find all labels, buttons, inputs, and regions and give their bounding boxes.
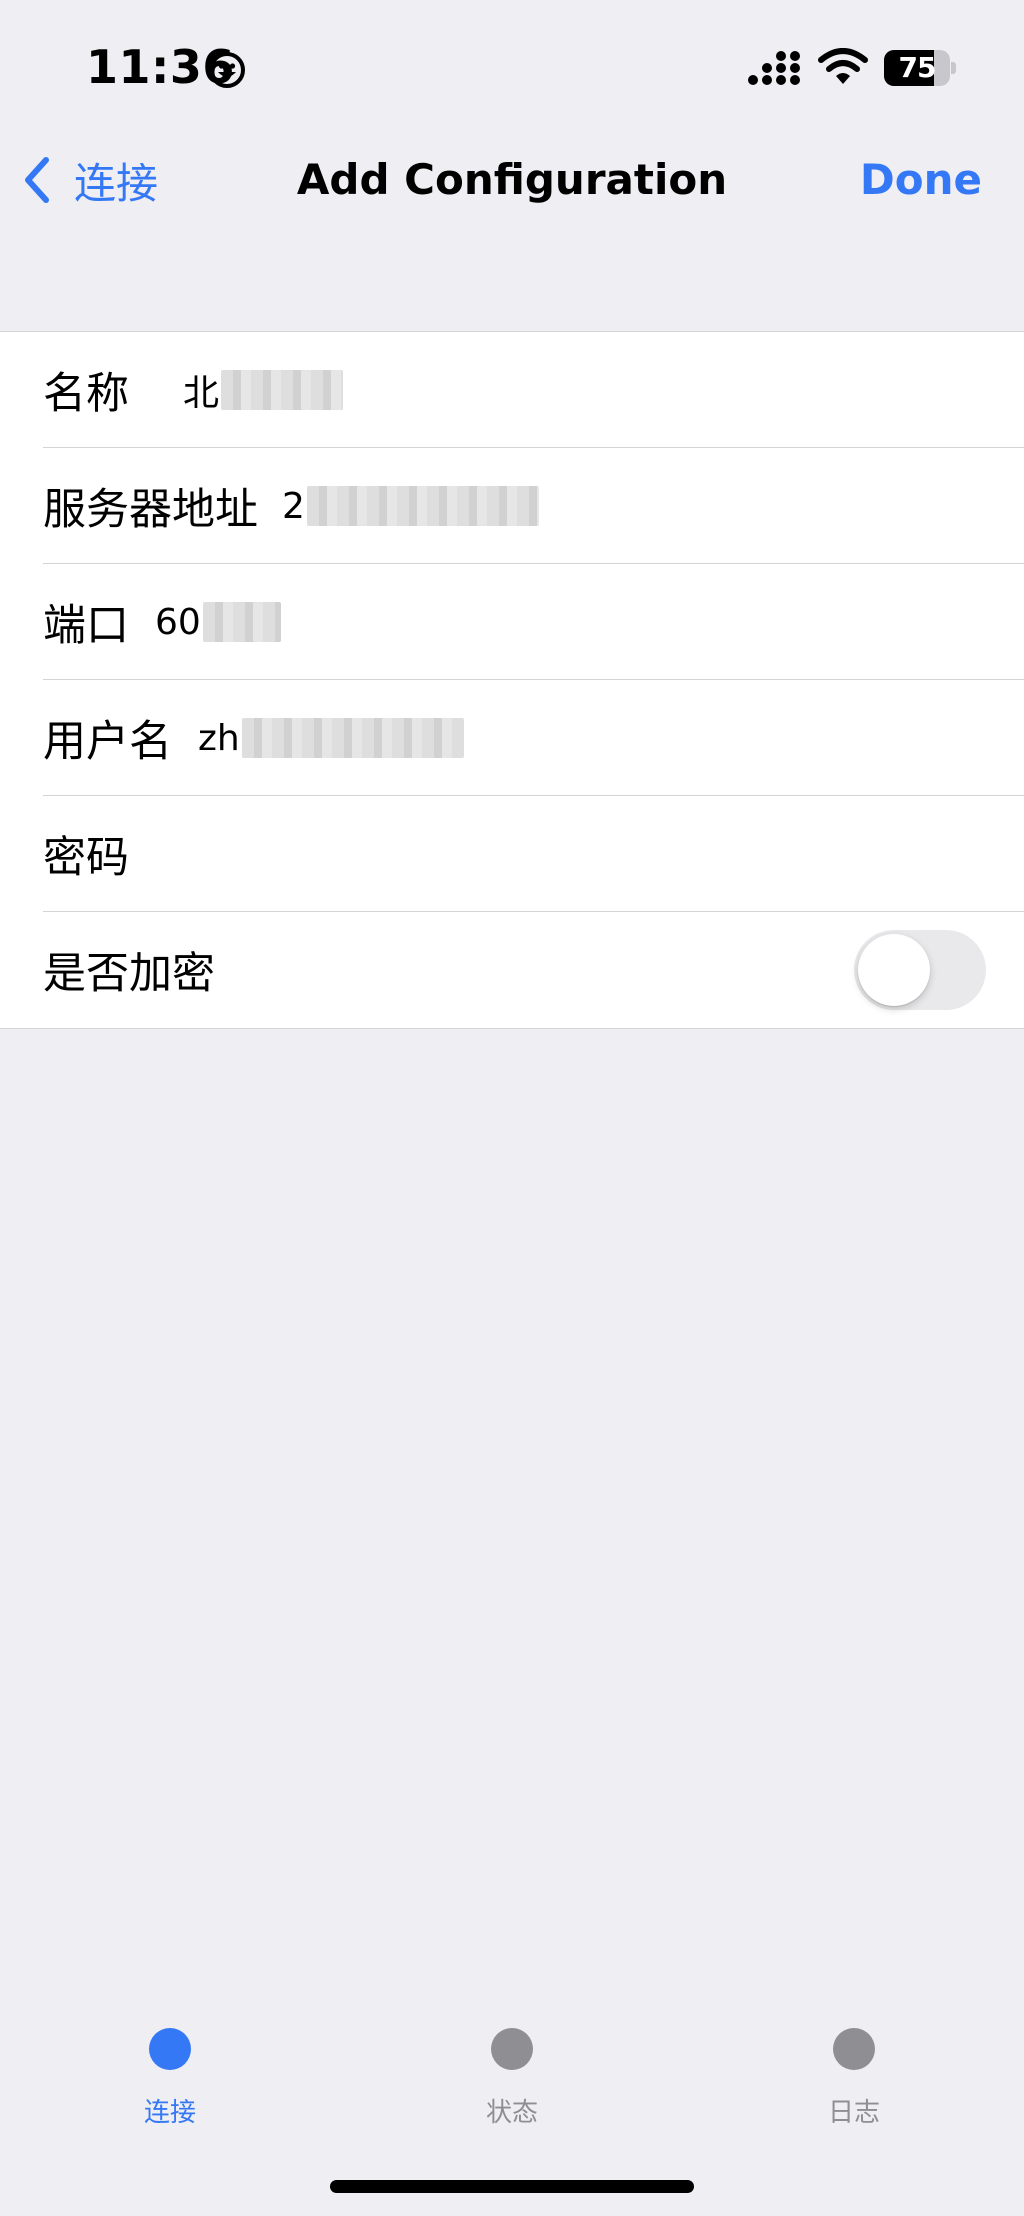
username-field[interactable]: 用户名 zh [0, 680, 1024, 796]
username-label: 用户名 [43, 717, 172, 767]
tab-status[interactable]: 状态 [412, 2000, 612, 2140]
username-value-text: zh [198, 717, 240, 759]
username-value[interactable]: zh [198, 718, 464, 759]
tab-connect-icon [149, 2028, 191, 2070]
port-field[interactable]: 端口 60 [0, 564, 1024, 680]
configuration-form: 名称 北 服务器地址 2 端口 60 用户名 zh 密码 是否加密 [0, 331, 1024, 1029]
tab-status-label: 状态 [485, 2098, 538, 2128]
battery-icon: 75 [884, 50, 956, 86]
port-value[interactable]: 60 [155, 602, 281, 643]
navigation-bar: 连接 Add Configuration Done [0, 140, 1024, 220]
name-label: 名称 [43, 369, 129, 419]
name-field[interactable]: 名称 北 [0, 332, 1024, 448]
home-indicator[interactable] [330, 2180, 694, 2193]
encryption-row: 是否加密 [0, 912, 1024, 1028]
tab-log[interactable]: 日志 [754, 2000, 954, 2140]
port-value-text: 60 [155, 601, 201, 643]
encryption-toggle[interactable] [854, 930, 986, 1010]
battery-level: 75 [898, 51, 937, 84]
signal-icon [748, 51, 800, 85]
password-field[interactable]: 密码 [0, 796, 1024, 912]
encryption-label: 是否加密 [43, 949, 215, 999]
wifi-icon [818, 48, 868, 84]
password-label: 密码 [43, 833, 129, 883]
tab-bar: 连接 状态 日志 [0, 2000, 1024, 2140]
port-label: 端口 [43, 601, 129, 651]
server-address-value-text: 2 [282, 485, 305, 527]
redacted-text [241, 718, 464, 758]
screen: 11:36 75 连接 Add Configuration Done 名称 北 … [0, 0, 1024, 2216]
toggle-knob [858, 934, 930, 1006]
tab-connect-label: 连接 [143, 2098, 196, 2128]
server-address-label: 服务器地址 [43, 485, 258, 535]
tab-log-icon [833, 2028, 875, 2070]
server-address-field[interactable]: 服务器地址 2 [0, 448, 1024, 564]
name-value[interactable]: 北 [183, 364, 344, 416]
done-button[interactable]: Done [860, 150, 982, 210]
status-bar: 11:36 75 [0, 0, 1024, 140]
smiley-icon [209, 52, 245, 88]
redacted-text [202, 602, 281, 642]
redacted-text [306, 486, 539, 526]
tab-connect[interactable]: 连接 [70, 2000, 270, 2140]
tab-status-icon [491, 2028, 533, 2070]
tab-log-label: 日志 [827, 2098, 880, 2128]
redacted-text [221, 370, 344, 410]
server-address-value[interactable]: 2 [282, 486, 539, 527]
name-value-text: 北 [183, 373, 220, 414]
